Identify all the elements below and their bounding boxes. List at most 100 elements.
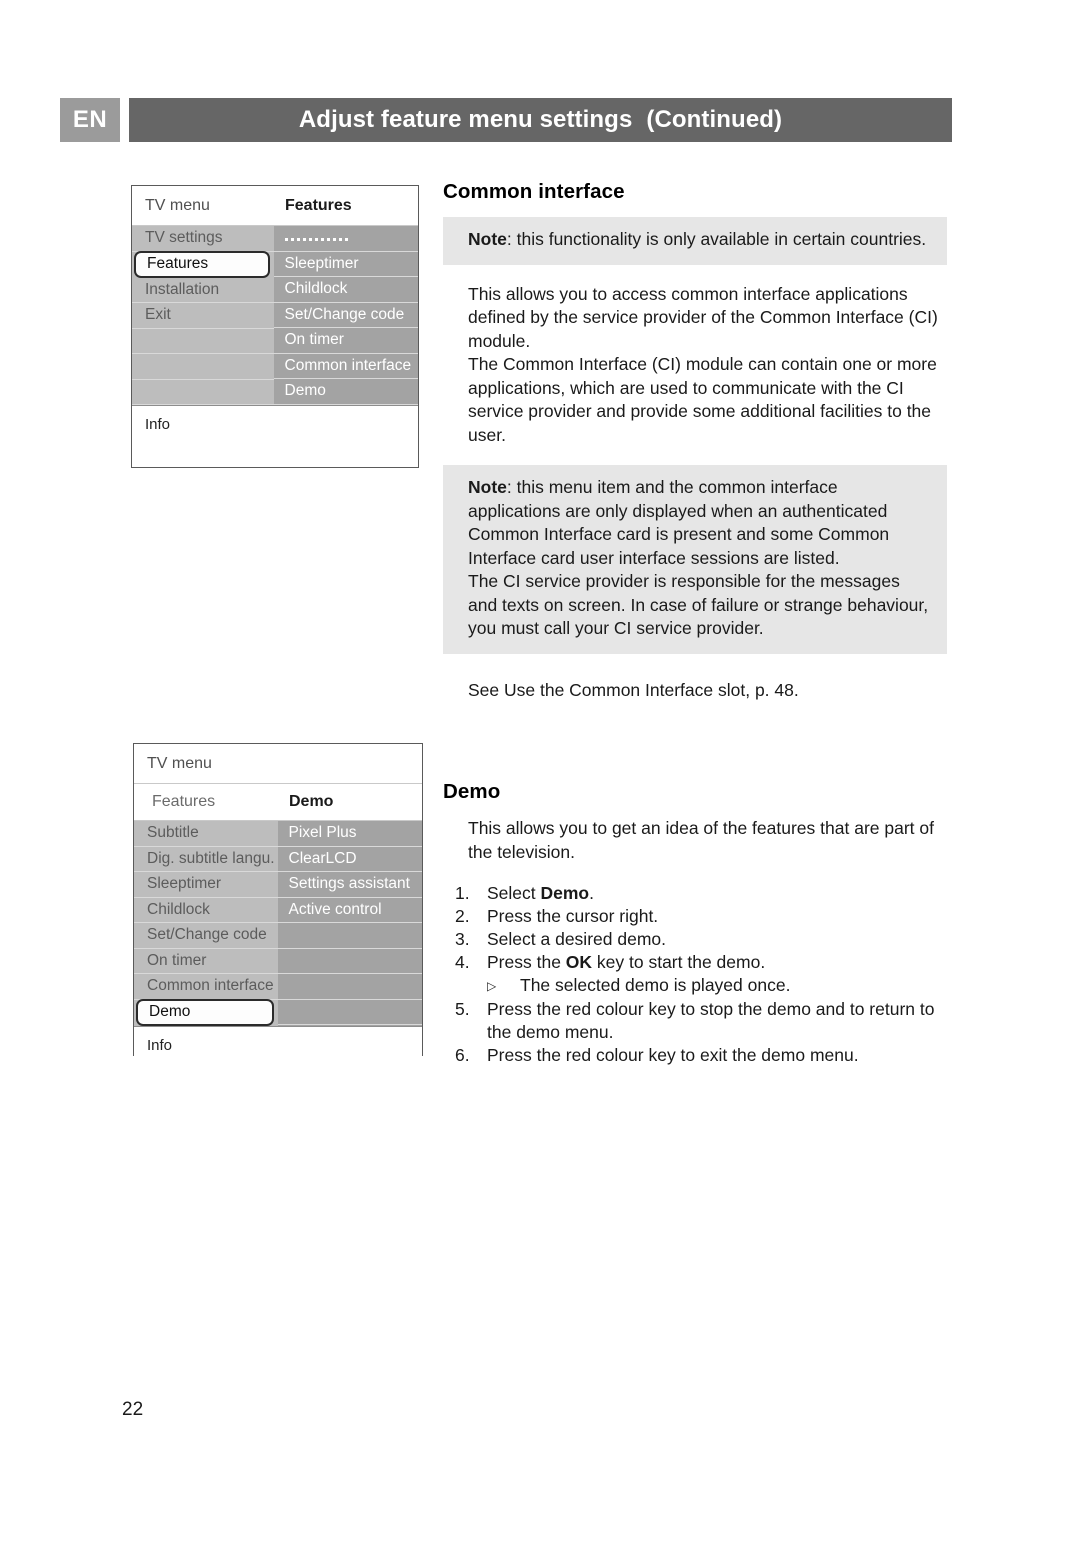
substep-item: ▷ The selected demo is played once.	[455, 974, 953, 998]
menu-item-blank	[132, 329, 274, 354]
tv-menu-info-panel: Info	[134, 1025, 422, 1080]
note-paragraph-2: The CI service provider is responsible f…	[468, 571, 929, 638]
page-title-continued: (Continued)	[646, 106, 783, 133]
step-item: 3. Select a desired demo.	[455, 928, 953, 951]
demo-intro: This allows you to get an idea of the fe…	[468, 818, 934, 862]
tv-menu-info-panel: Info	[132, 405, 418, 461]
main-content: Common interface Note: this functionalit…	[443, 180, 953, 1067]
menu-item-sleeptimer[interactable]: Sleeptimer	[134, 872, 278, 898]
tv-menu-breadcrumb-row: Features Demo	[134, 784, 422, 821]
triangle-bullet-icon: ▷	[487, 979, 497, 993]
submenu-item-placeholder	[273, 226, 418, 252]
tv-menu-body: TV settings Features Installation Exit S…	[132, 226, 418, 405]
step-text-post: key to start the demo.	[592, 952, 766, 972]
menu-item-subtitle[interactable]: Subtitle	[134, 821, 278, 847]
step-item: 6. Press the red colour key to exit the …	[455, 1044, 953, 1067]
menu-item-features-selected[interactable]: Features	[134, 250, 270, 278]
tv-menu-parent-features: Features	[152, 793, 216, 810]
common-interface-heading: Common interface	[443, 180, 625, 203]
substep-text: The selected demo is played once.	[520, 975, 791, 995]
tv-menu-header-row: TV menu	[134, 744, 422, 784]
step-text-bold: OK	[565, 952, 593, 972]
submenu-item-blank	[277, 1000, 422, 1025]
step-number: 6.	[455, 1045, 470, 1065]
tv-menu-label: TV menu	[145, 196, 210, 214]
step-text-pre: Press the	[487, 952, 566, 972]
common-interface-body-1: This allows you to access common interfa…	[468, 283, 938, 351]
step-text-pre: Select a desired demo.	[487, 929, 666, 949]
submenu-item-common-interface[interactable]: Common interface	[273, 354, 418, 379]
step-text: Press the cursor right.	[487, 905, 953, 928]
step-text: Press the red colour key to exit the dem…	[487, 1045, 859, 1065]
submenu-item-on-timer[interactable]: On timer	[273, 328, 418, 354]
page-header: EN Adjust feature menu settings (Continu…	[60, 98, 952, 142]
submenu-item-clearlcd[interactable]: ClearLCD	[277, 847, 422, 872]
tv-menu-right-column: Pixel Plus ClearLCD Settings assistant A…	[277, 821, 422, 1026]
step-number: 4.	[455, 952, 470, 972]
submenu-item-sleeptimer[interactable]: Sleeptimer	[273, 252, 418, 277]
step-item: 4. Press the OK key to start the demo.	[455, 951, 953, 974]
tv-menu-header-row: TV menu Features	[132, 186, 418, 226]
menu-item-childlock[interactable]: Childlock	[134, 898, 278, 923]
step-number: 1.	[455, 883, 470, 903]
menu-item-demo-selected[interactable]: Demo	[136, 998, 274, 1026]
menu-item-blank	[132, 380, 274, 405]
language-badge: EN	[60, 98, 120, 142]
step-text: Select Demo.	[487, 882, 953, 905]
submenu-item-blank	[277, 923, 422, 949]
tv-menu-current-menu: Features	[285, 196, 352, 214]
step-text: Select a desired demo.	[487, 928, 953, 951]
step-number: 2.	[455, 906, 470, 926]
note-text: : this menu item and the common interfac…	[468, 477, 890, 568]
menu-item-set-change-code[interactable]: Set/Change code	[134, 923, 278, 949]
note-paragraph: Note: this functionality is only availab…	[468, 228, 933, 252]
menu-item-common-interface[interactable]: Common interface	[134, 974, 278, 1000]
tv-menu-features-diagram: TV menu Features TV settings Features In…	[131, 185, 419, 468]
submenu-item-blank	[277, 974, 422, 1000]
step-number: 3.	[455, 929, 470, 949]
submenu-item-demo[interactable]: Demo	[273, 379, 418, 405]
page-title-bar: Adjust feature menu settings (Continued)	[129, 98, 952, 142]
step-text-pre: Select	[487, 883, 541, 903]
tv-menu-left-column: TV settings Features Installation Exit	[132, 226, 274, 405]
submenu-item-childlock[interactable]: Childlock	[273, 277, 418, 303]
note-label: Note	[468, 229, 507, 249]
submenu-item-settings-assistant[interactable]: Settings assistant	[277, 872, 422, 898]
step-text-pre: Press the cursor right.	[487, 906, 659, 926]
tv-menu-current-demo: Demo	[289, 793, 334, 810]
tv-menu-demo-diagram: TV menu Features Demo Subtitle Dig. subt…	[133, 743, 423, 1080]
menu-item-blank	[132, 354, 274, 380]
step-item: 1. Select Demo.	[455, 882, 953, 905]
page-title: Adjust feature menu settings	[298, 106, 633, 133]
step-item: 5. Press the red colour key to stop the …	[455, 998, 953, 1044]
tv-menu-right-column: Sleeptimer Childlock Set/Change code On …	[273, 226, 418, 405]
see-also-reference: See Use the Common Interface slot, p. 48…	[468, 679, 799, 700]
step-item: 2. Press the cursor right.	[455, 905, 953, 928]
menu-item-tv-settings[interactable]: TV settings	[132, 226, 274, 252]
dotted-placeholder-icon	[284, 237, 351, 241]
menu-item-on-timer[interactable]: On timer	[134, 949, 278, 974]
menu-item-installation[interactable]: Installation	[132, 278, 274, 303]
note-box-authenticated-card: Note: this menu item and the common inte…	[443, 465, 947, 654]
note-paragraph: Note: this menu item and the common inte…	[468, 476, 933, 570]
note-label: Note	[468, 477, 507, 497]
step-text-bold: Demo	[540, 883, 590, 903]
submenu-item-pixel-plus[interactable]: Pixel Plus	[277, 821, 422, 847]
submenu-item-active-control[interactable]: Active control	[277, 898, 422, 923]
tv-menu-body: Subtitle Dig. subtitle langu. Sleeptimer…	[134, 821, 422, 1026]
step-number: 5.	[455, 999, 470, 1019]
page-number: 22	[122, 1399, 144, 1420]
menu-item-exit[interactable]: Exit	[132, 303, 274, 329]
tv-menu-label: TV menu	[147, 754, 212, 772]
demo-steps-list: 1. Select Demo. 2. Press the cursor righ…	[443, 882, 953, 1067]
step-text: Press the OK key to start the demo.	[487, 951, 953, 974]
step-text: Press the red colour key to stop the dem…	[487, 999, 935, 1042]
submenu-item-set-change-code[interactable]: Set/Change code	[273, 303, 418, 328]
note-text: : this functionality is only available i…	[506, 229, 927, 249]
menu-item-dig-subtitle-langu[interactable]: Dig. subtitle langu.	[134, 847, 278, 872]
tv-menu-left-column: Subtitle Dig. subtitle langu. Sleeptimer…	[134, 821, 278, 1026]
submenu-item-blank	[277, 949, 422, 974]
demo-heading: Demo	[443, 780, 501, 803]
note-box-countries: Note: this functionality is only availab…	[443, 217, 947, 265]
step-text-post: .	[589, 883, 594, 903]
